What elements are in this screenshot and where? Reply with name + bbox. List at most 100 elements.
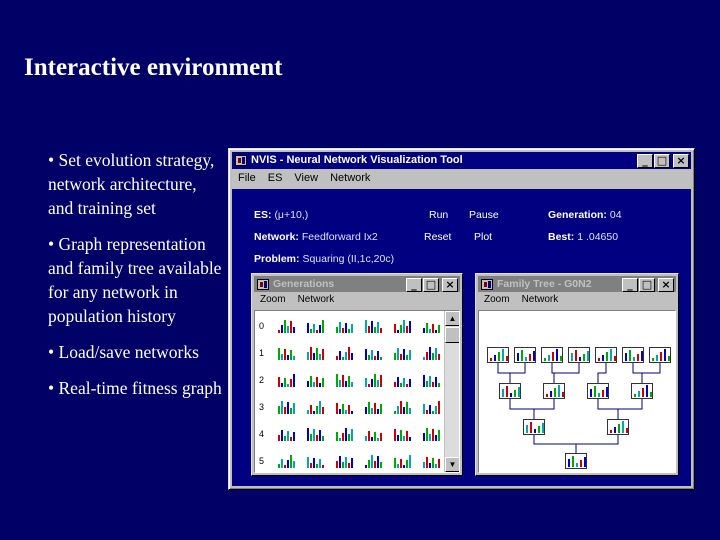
network-thumbnail[interactable] xyxy=(422,346,440,360)
network-thumbnail[interactable] xyxy=(277,319,295,333)
network-thumbnail[interactable] xyxy=(393,427,411,441)
network-thumbnail[interactable] xyxy=(364,373,382,387)
network-thumbnail[interactable] xyxy=(306,373,324,387)
family-tree-node[interactable] xyxy=(568,347,590,363)
maximize-icon[interactable]: □ xyxy=(654,154,670,168)
network-thumbnail[interactable] xyxy=(422,373,440,387)
network-thumbnail[interactable] xyxy=(335,400,353,414)
family-tree-node[interactable] xyxy=(622,347,644,363)
generations-titlebar[interactable]: Generations _ □ × xyxy=(254,276,460,292)
network-thumbnail[interactable] xyxy=(364,454,382,468)
scroll-down-icon[interactable]: ▼ xyxy=(445,457,459,472)
reset-button[interactable]: Reset xyxy=(424,231,451,243)
network-thumbnail[interactable] xyxy=(364,400,382,414)
network-bar xyxy=(626,428,628,433)
network-bar xyxy=(310,463,312,468)
menu-es[interactable]: ES xyxy=(262,170,289,188)
close-icon[interactable]: × xyxy=(442,278,458,292)
scroll-up-icon[interactable]: ▲ xyxy=(445,311,459,326)
network-thumbnail[interactable] xyxy=(335,454,353,468)
network-bar xyxy=(316,406,318,414)
menu-network[interactable]: Network xyxy=(292,293,341,309)
network-thumbnail[interactable] xyxy=(277,400,295,414)
plot-button[interactable]: Plot xyxy=(474,231,492,243)
network-thumbnail[interactable] xyxy=(277,373,295,387)
generations-window[interactable]: Generations _ □ × Zoom Network ▲ ▼ 0 1 2 3 4… xyxy=(251,273,463,476)
network-thumbnail[interactable] xyxy=(335,373,353,387)
family-tree-node[interactable] xyxy=(607,419,629,435)
network-thumbnail[interactable] xyxy=(335,346,353,360)
maximize-icon[interactable]: □ xyxy=(639,278,655,292)
network-thumbnail[interactable] xyxy=(277,427,295,441)
network-bar xyxy=(293,374,295,387)
network-bar xyxy=(374,356,376,360)
network-thumbnail[interactable] xyxy=(277,346,295,360)
network-thumbnail[interactable] xyxy=(393,319,411,333)
menu-zoom[interactable]: Zoom xyxy=(254,293,292,309)
main-window-titlebar[interactable]: NVIS - Neural Network Visualization Tool… xyxy=(232,152,691,169)
minimize-icon[interactable]: _ xyxy=(637,154,653,168)
scroll-thumb[interactable] xyxy=(445,327,459,343)
network-bar xyxy=(502,349,504,361)
network-bar xyxy=(394,429,396,441)
family-tree-node[interactable] xyxy=(541,347,563,363)
run-button[interactable]: Run xyxy=(429,209,448,221)
network-thumbnail[interactable] xyxy=(277,454,295,468)
network-thumbnail[interactable] xyxy=(393,346,411,360)
family-tree-node[interactable] xyxy=(595,347,617,363)
network-thumbnail[interactable] xyxy=(306,454,324,468)
nvis-main-window[interactable]: NVIS - Neural Network Visualization Tool… xyxy=(228,148,695,490)
problem-setting[interactable]: Problem: Squaring (II,1c,20c) xyxy=(254,253,394,265)
vertical-scrollbar[interactable]: ▲ ▼ xyxy=(444,311,459,472)
generations-canvas[interactable]: ▲ ▼ 0 1 2 3 4 5 xyxy=(254,310,460,473)
family-link xyxy=(533,435,577,453)
minimize-icon[interactable]: _ xyxy=(622,278,638,292)
pause-button[interactable]: Pause xyxy=(469,209,499,221)
minimize-icon[interactable]: _ xyxy=(406,278,422,292)
network-thumbnail[interactable] xyxy=(422,427,440,441)
network-thumbnail[interactable] xyxy=(335,319,353,333)
network-thumbnail[interactable] xyxy=(335,427,353,441)
family-tree-node[interactable] xyxy=(543,383,565,399)
family-tree-window[interactable]: Family Tree - G0N2 _ □ × Zoom Network xyxy=(475,273,679,476)
family-tree-node[interactable] xyxy=(587,383,609,399)
network-thumbnail[interactable] xyxy=(422,319,440,333)
menu-view[interactable]: View xyxy=(288,170,324,188)
maximize-icon[interactable]: □ xyxy=(423,278,439,292)
network-thumbnail[interactable] xyxy=(364,319,382,333)
family-tree-node[interactable] xyxy=(499,383,521,399)
network-thumbnail[interactable] xyxy=(306,346,324,360)
network-thumbnail[interactable] xyxy=(364,427,382,441)
network-thumbnail[interactable] xyxy=(393,454,411,468)
network-bar xyxy=(319,459,321,468)
network-bar xyxy=(429,405,431,414)
family-tree-node[interactable] xyxy=(487,347,509,363)
network-setting[interactable]: Network: Feedforward Ix2 xyxy=(254,231,378,243)
network-bar xyxy=(403,320,405,333)
network-bar xyxy=(322,465,324,468)
family-tree-canvas[interactable] xyxy=(478,310,676,473)
network-thumbnail[interactable] xyxy=(306,427,324,441)
close-icon[interactable]: × xyxy=(658,278,674,292)
es-setting[interactable]: ES: (μ+10,) xyxy=(254,209,308,221)
network-thumbnail[interactable] xyxy=(422,454,440,468)
network-thumbnail[interactable] xyxy=(393,373,411,387)
network-thumbnail[interactable] xyxy=(306,319,324,333)
close-icon[interactable]: × xyxy=(673,154,689,168)
family-tree-node[interactable] xyxy=(649,347,671,363)
menu-network[interactable]: Network xyxy=(324,170,376,188)
family-tree-node[interactable] xyxy=(514,347,536,363)
family-tree-titlebar[interactable]: Family Tree - G0N2 _ □ × xyxy=(478,276,676,292)
menu-zoom[interactable]: Zoom xyxy=(478,293,516,309)
network-bar xyxy=(423,357,425,360)
menu-file[interactable]: File xyxy=(232,170,262,188)
family-tree-node[interactable] xyxy=(565,453,587,469)
network-bar xyxy=(502,389,504,397)
network-thumbnail[interactable] xyxy=(364,346,382,360)
network-thumbnail[interactable] xyxy=(422,400,440,414)
network-thumbnail[interactable] xyxy=(306,400,324,414)
menu-network[interactable]: Network xyxy=(516,293,565,309)
network-thumbnail[interactable] xyxy=(393,400,411,414)
family-tree-node[interactable] xyxy=(523,419,545,435)
family-tree-node[interactable] xyxy=(631,383,653,399)
